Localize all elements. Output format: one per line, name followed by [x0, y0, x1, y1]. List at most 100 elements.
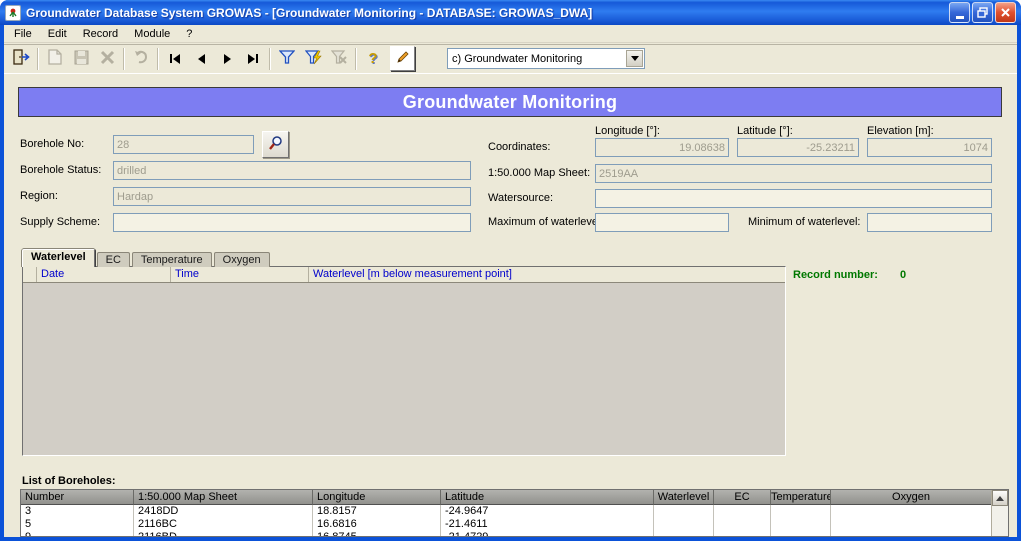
- last-record-button[interactable]: [240, 46, 266, 71]
- window-border-bottom: [0, 537, 1021, 541]
- elevation-field[interactable]: [867, 138, 992, 157]
- toolbar-separator: [157, 48, 159, 70]
- toolbar-separator: [123, 48, 125, 70]
- boreholes-list-label: List of Boreholes:: [22, 475, 116, 487]
- edit-form-button[interactable]: [390, 46, 415, 71]
- filter-by-selection-icon: [305, 50, 322, 68]
- undo-icon: [133, 50, 149, 67]
- latitude-label: Latitude [°]:: [737, 125, 793, 137]
- measurement-tabs: Waterlevel EC Temperature Oxygen: [22, 249, 272, 267]
- titlebar: Groundwater Database System GROWAS - [Gr…: [0, 0, 1021, 25]
- cell-number: 3: [21, 505, 134, 518]
- form-header-banner: Groundwater Monitoring: [18, 87, 1002, 117]
- previous-record-button[interactable]: [188, 46, 214, 71]
- cell-latitude: -24.9647: [441, 505, 654, 518]
- min-waterlevel-field[interactable]: [867, 213, 992, 232]
- borehole-row[interactable]: 5 2116BC 16.6816 -21.4611: [21, 518, 991, 531]
- record-number-label: Record number:: [793, 269, 878, 281]
- close-button[interactable]: [995, 2, 1016, 23]
- exit-door-icon: [13, 49, 30, 68]
- menu-record[interactable]: Record: [75, 26, 126, 42]
- column-header-temperature[interactable]: Temperature: [771, 490, 831, 505]
- supply-scheme-label: Supply Scheme:: [20, 216, 100, 228]
- filter-icon: [279, 50, 295, 68]
- toolbar: ? c) Groundwater Monitoring: [4, 44, 1017, 74]
- delete-button[interactable]: [94, 46, 120, 71]
- window-title: Groundwater Database System GROWAS - [Gr…: [26, 6, 944, 20]
- measurements-grid-header: Date Time Waterlevel [m below measuremen…: [23, 267, 785, 283]
- borehole-no-label: Borehole No:: [20, 138, 84, 150]
- save-icon: [74, 50, 89, 68]
- save-button[interactable]: [68, 46, 94, 71]
- longitude-field[interactable]: [595, 138, 729, 157]
- filter-by-selection-button[interactable]: [300, 46, 326, 71]
- app-logo-icon[interactable]: [5, 5, 21, 21]
- next-record-button[interactable]: [214, 46, 240, 71]
- max-waterlevel-field[interactable]: [595, 213, 729, 232]
- column-header-date[interactable]: Date: [37, 267, 171, 282]
- column-header-oxygen[interactable]: Oxygen: [831, 490, 991, 505]
- first-record-button[interactable]: [162, 46, 188, 71]
- last-record-icon: [248, 54, 258, 64]
- column-header-time[interactable]: Time: [171, 267, 309, 282]
- cell-ec: [714, 518, 771, 531]
- supply-scheme-field[interactable]: [113, 213, 471, 232]
- measurements-grid-body: [23, 284, 785, 455]
- tab-oxygen[interactable]: Oxygen: [214, 252, 270, 267]
- cell-ec: [714, 505, 771, 518]
- column-header-latitude[interactable]: Latitude: [441, 490, 654, 505]
- remove-filter-button[interactable]: [326, 46, 352, 71]
- menu-edit[interactable]: Edit: [40, 26, 75, 42]
- cell-map-sheet: 2116BC: [134, 518, 313, 531]
- max-waterlevel-label: Maximum of waterlevel:: [488, 216, 604, 228]
- row-selector-header[interactable]: [23, 267, 37, 282]
- scroll-up-button[interactable]: [992, 490, 1008, 506]
- help-icon: ?: [368, 50, 377, 67]
- remove-filter-icon: [331, 50, 347, 68]
- chevron-down-icon: [631, 56, 639, 61]
- restore-button[interactable]: [972, 2, 993, 23]
- help-button[interactable]: ?: [360, 46, 386, 71]
- region-field[interactable]: [113, 187, 471, 206]
- tab-waterlevel[interactable]: Waterlevel: [22, 249, 95, 267]
- menu-help[interactable]: ?: [178, 26, 200, 42]
- tab-ec[interactable]: EC: [97, 252, 130, 267]
- filter-button[interactable]: [274, 46, 300, 71]
- column-header-longitude[interactable]: Longitude: [313, 490, 441, 505]
- vertical-scrollbar[interactable]: [991, 490, 1008, 536]
- tab-temperature[interactable]: Temperature: [132, 252, 212, 267]
- record-number-value: 0: [900, 269, 906, 281]
- column-header-map-sheet[interactable]: 1:50.000 Map Sheet: [134, 490, 313, 505]
- new-record-icon: [48, 49, 62, 68]
- borehole-no-field[interactable]: [113, 135, 254, 154]
- exit-button[interactable]: [8, 46, 34, 71]
- measurements-grid: Date Time Waterlevel [m below measuremen…: [22, 266, 786, 456]
- borehole-row[interactable]: 3 2418DD 18.8157 -24.9647: [21, 505, 991, 518]
- new-record-button[interactable]: [42, 46, 68, 71]
- boreholes-grid: Number 1:50.000 Map Sheet Longitude Lati…: [20, 489, 1009, 537]
- map-sheet-field[interactable]: [595, 164, 992, 183]
- cell-temperature: [771, 505, 831, 518]
- column-header-number[interactable]: Number: [21, 490, 134, 505]
- form-selector-combobox[interactable]: c) Groundwater Monitoring: [447, 48, 645, 69]
- borehole-search-button[interactable]: [262, 131, 289, 158]
- cell-oxygen: [831, 518, 991, 531]
- borehole-status-field[interactable]: [113, 161, 471, 180]
- cell-oxygen: [831, 505, 991, 518]
- combobox-dropdown-button[interactable]: [626, 50, 643, 67]
- watersource-field[interactable]: [595, 189, 992, 208]
- latitude-field[interactable]: [737, 138, 859, 157]
- borehole-status-label: Borehole Status:: [20, 164, 101, 176]
- undo-button[interactable]: [128, 46, 154, 71]
- next-record-icon: [224, 54, 231, 64]
- minimize-button[interactable]: [949, 2, 970, 23]
- column-header-ec[interactable]: EC: [714, 490, 771, 505]
- column-header-waterlevel[interactable]: Waterlevel [m below measurement point]: [309, 267, 785, 282]
- menu-module[interactable]: Module: [126, 26, 178, 42]
- delete-icon: [100, 50, 115, 68]
- toolbar-separator: [269, 48, 271, 70]
- column-header-waterlevel[interactable]: Waterlevel: [654, 490, 714, 505]
- menu-file[interactable]: File: [6, 26, 40, 42]
- first-record-icon: [170, 54, 180, 64]
- window-border-right: [1017, 25, 1021, 541]
